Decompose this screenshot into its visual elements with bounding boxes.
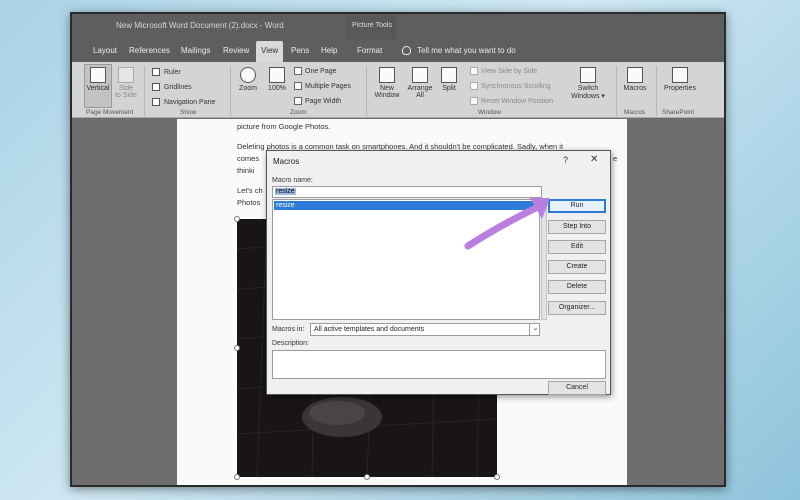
annotation-arrow-icon [464,198,550,250]
word-window: New Microsoft Word Document (2).docx - W… [70,12,726,487]
